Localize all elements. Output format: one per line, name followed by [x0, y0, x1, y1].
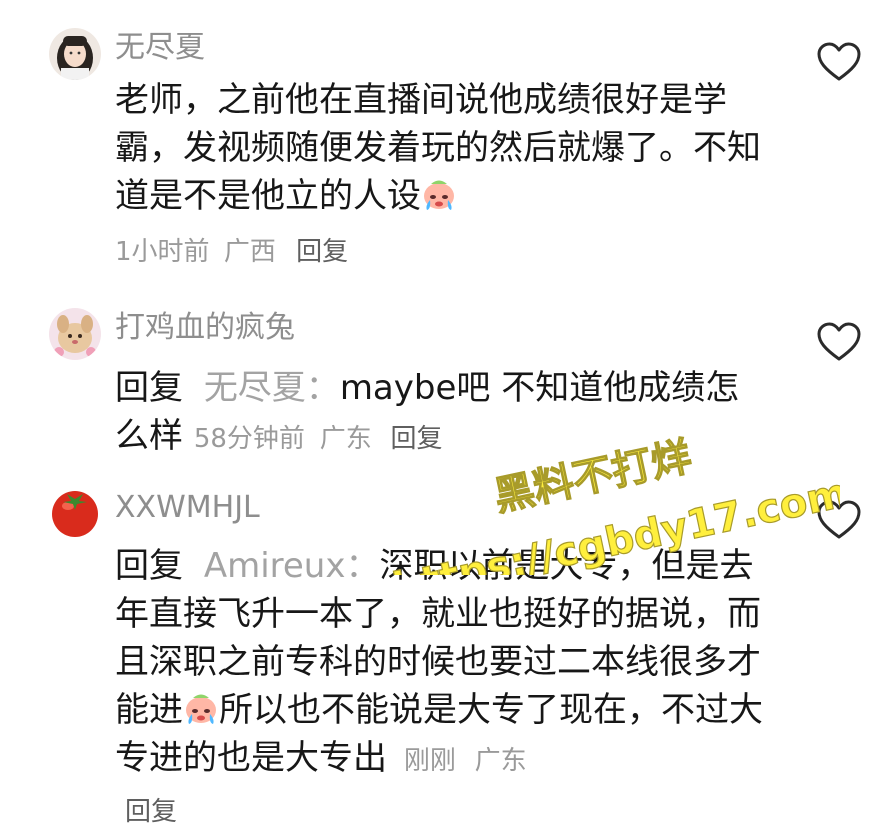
comment-text: 回复 Amireux：深职以前是大专，但是去年直接飞升一本了，就业也挺好的据说，… [115, 542, 765, 827]
avatar[interactable] [49, 308, 101, 360]
comment-item-2: 打鸡血的疯兔 回复 无尽夏：maybe吧 不知道他成绩怎么样 58分钟前 广东 … [0, 290, 895, 480]
reply-button[interactable]: 回复 [391, 424, 443, 454]
like-heart-icon[interactable] [816, 499, 862, 541]
avatar[interactable] [49, 28, 101, 80]
comment-time: 刚刚 [403, 746, 456, 776]
comment-location: 广东 [474, 746, 527, 776]
crying-face-emoji [183, 690, 219, 726]
like-heart-icon[interactable] [816, 41, 862, 83]
comment-item-3: XXWMHJL 回复 Amireux：深职以前是大专，但是去年直接飞升一本了，就… [0, 480, 895, 827]
comment-meta: 1小时前 广西 回复 [115, 234, 348, 270]
comment-location: 广东 [319, 424, 372, 454]
comment-username[interactable]: 无尽夏 [115, 28, 205, 68]
reply-target-username[interactable]: Amireux： [204, 546, 380, 586]
comment-time: 1小时前 [115, 237, 210, 267]
comment-time: 58分钟前 [193, 424, 305, 454]
comment-location: 广西 [223, 237, 276, 267]
reply-prefix: 回复 [115, 546, 183, 586]
reply-button[interactable]: 回复 [125, 797, 177, 827]
avatar[interactable] [49, 486, 101, 538]
crying-face-emoji [421, 176, 457, 212]
comment-text: 回复 无尽夏：maybe吧 不知道他成绩怎么样 58分钟前 广东 回复 [115, 364, 765, 463]
reply-prefix: 回复 [115, 368, 183, 408]
comment-item-1: 无尽夏 老师，之前他在直播间说他成绩很好是学霸，发视频随便发着玩的然后就爆了。不… [0, 0, 895, 290]
reply-target-username[interactable]: 无尽夏： [204, 368, 340, 408]
comment-username[interactable]: XXWMHJL [115, 488, 260, 528]
comment-username[interactable]: 打鸡血的疯兔 [115, 308, 295, 348]
comment-text: 老师，之前他在直播间说他成绩很好是学霸，发视频随便发着玩的然后就爆了。不知道是不… [115, 76, 775, 220]
reply-button[interactable]: 回复 [296, 237, 348, 267]
like-heart-icon[interactable] [816, 321, 862, 363]
